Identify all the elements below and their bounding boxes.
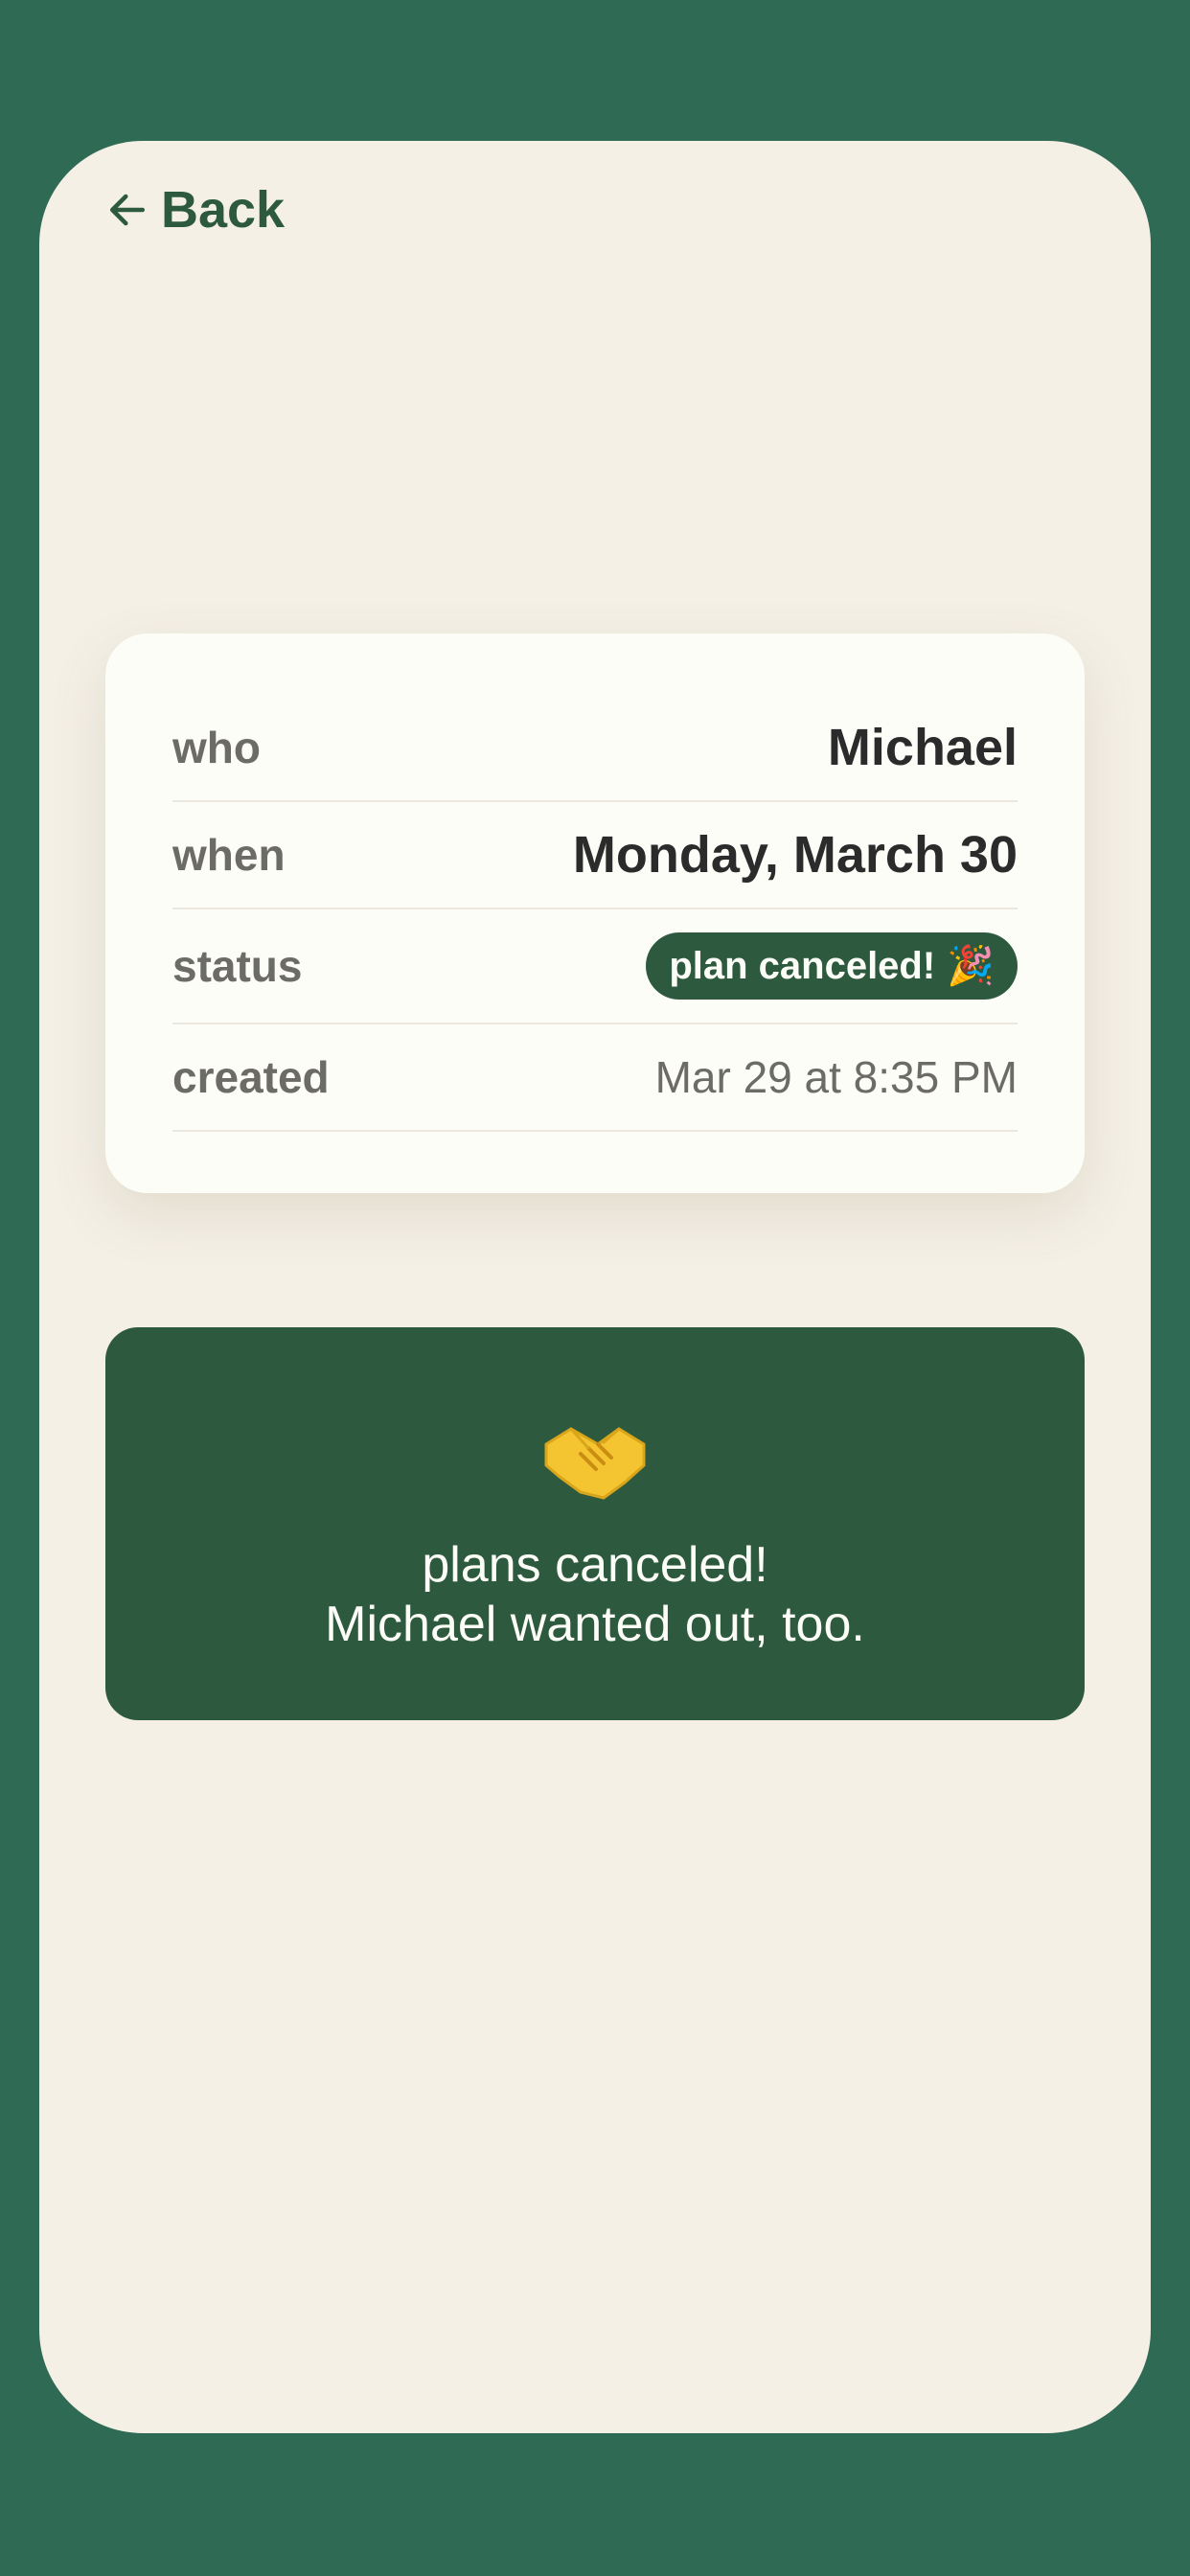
- who-value: Michael: [827, 719, 1018, 776]
- created-label: created: [172, 1052, 330, 1102]
- status-badge: plan canceled! 🎉: [646, 932, 1018, 1000]
- app-screen: [39, 141, 1151, 2433]
- arrow-left-icon: [109, 194, 146, 226]
- result-line-1: plans canceled!: [422, 1537, 768, 1593]
- party-popper-icon: 🎉: [947, 944, 995, 988]
- detail-row-who: who Michael: [172, 695, 1018, 802]
- detail-row-created: created Mar 29 at 8:35 PM: [172, 1024, 1018, 1132]
- detail-row-status: status plan canceled! 🎉: [172, 909, 1018, 1024]
- status-label: status: [172, 941, 303, 991]
- result-line-2: Michael wanted out, too.: [325, 1597, 865, 1652]
- when-value: Monday, March 30: [572, 826, 1018, 884]
- plan-details-card: who Michael when Monday, March 30 status…: [105, 633, 1085, 1193]
- result-panel: plans canceled! Michael wanted out, too.: [105, 1327, 1085, 1720]
- when-label: when: [172, 830, 286, 880]
- handshake-icon: [105, 1415, 1085, 1504]
- back-button[interactable]: Back: [107, 180, 285, 240]
- status-badge-text: plan canceled!: [669, 945, 936, 987]
- detail-row-when: when Monday, March 30: [172, 802, 1018, 909]
- created-value: Mar 29 at 8:35 PM: [654, 1052, 1018, 1102]
- who-label: who: [172, 723, 261, 772]
- back-label: Back: [161, 181, 286, 239]
